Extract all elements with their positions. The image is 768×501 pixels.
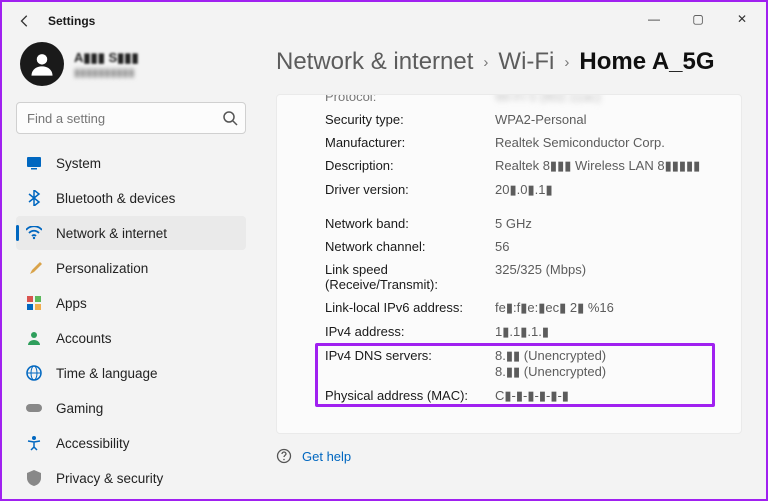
system-icon <box>26 155 42 171</box>
sidebar-item-label: System <box>56 156 101 171</box>
detail-value: 5 GHz <box>495 216 717 231</box>
sidebar-item-label: Accessibility <box>56 436 130 451</box>
breadcrumb-network[interactable]: Network & internet <box>276 48 473 76</box>
detail-value: 20▮.0▮.1▮ <box>495 182 717 198</box>
detail-row: Protocol: Wi-Fi 5 (802.11ac) <box>325 94 717 108</box>
chevron-right-icon: › <box>483 54 488 71</box>
sidebar-item-bluetooth[interactable]: Bluetooth & devices <box>16 181 246 215</box>
detail-row: Physical address (MAC): C▮-▮-▮-▮-▮-▮ <box>325 384 717 408</box>
detail-label: Description: <box>325 158 495 174</box>
detail-row: Link speed (Receive/Transmit): 325/325 (… <box>325 258 717 296</box>
help-icon <box>276 448 292 464</box>
breadcrumb: Network & internet › Wi-Fi › Home A_5G <box>276 48 742 76</box>
nav-list: System Bluetooth & devices Network & int… <box>16 146 246 495</box>
detail-value: WPA2-Personal <box>495 112 717 127</box>
detail-label: Security type: <box>325 112 495 127</box>
detail-value: fe▮:f▮e:▮ec▮ 2▮ %16 <box>495 300 717 316</box>
user-email: ▮▮▮▮▮▮▮▮▮▮ <box>74 66 242 79</box>
detail-row: Manufacturer: Realtek Semiconductor Corp… <box>325 131 717 154</box>
sidebar-item-network[interactable]: Network & internet <box>16 216 246 250</box>
sidebar-item-label: Network & internet <box>56 226 167 241</box>
sidebar-item-label: Accounts <box>56 331 112 346</box>
user-name: A▮▮▮ S▮▮▮ <box>74 50 242 66</box>
help-label: Get help <box>302 449 351 464</box>
detail-label: Protocol: <box>325 94 495 104</box>
detail-row-ipv4dns: IPv4 DNS servers: 8.▮▮ (Unencrypted) 8.▮… <box>325 344 717 384</box>
dns-line: 8.▮▮ (Unencrypted) <box>495 364 717 380</box>
sidebar-item-accounts[interactable]: Accounts <box>16 321 246 355</box>
detail-value: 56 <box>495 239 717 254</box>
wifi-icon <box>26 225 42 241</box>
detail-value: Realtek 8▮▮▮ Wireless LAN 8▮▮▮▮▮ <box>495 158 717 174</box>
detail-label: Physical address (MAC): <box>325 388 495 404</box>
sidebar-item-label: Bluetooth & devices <box>56 191 175 206</box>
detail-row: Driver version: 20▮.0▮.1▮ <box>325 178 717 202</box>
help-row[interactable]: Get help <box>276 434 742 464</box>
detail-label: Network channel: <box>325 239 495 254</box>
sidebar-item-label: Privacy & security <box>56 471 163 486</box>
window-title: Settings <box>48 14 95 28</box>
detail-value: 325/325 (Mbps) <box>495 262 717 292</box>
detail-value: Realtek Semiconductor Corp. <box>495 135 717 150</box>
detail-label: Driver version: <box>325 182 495 198</box>
apps-icon <box>26 295 42 311</box>
person-icon <box>26 330 42 346</box>
bluetooth-icon <box>26 190 42 206</box>
sidebar-item-label: Personalization <box>56 261 148 276</box>
detail-label: Link speed (Receive/Transmit): <box>325 262 495 292</box>
breadcrumb-current: Home A_5G <box>579 48 714 76</box>
detail-label: IPv4 address: <box>325 324 495 340</box>
sidebar-item-apps[interactable]: Apps <box>16 286 246 320</box>
search-input[interactable] <box>16 102 246 134</box>
main-content: Network & internet › Wi-Fi › Home A_5G P… <box>254 36 766 495</box>
chevron-right-icon: › <box>564 54 569 71</box>
detail-value: C▮-▮-▮-▮-▮-▮ <box>495 388 717 404</box>
avatar <box>20 42 64 86</box>
sidebar-item-label: Time & language <box>56 366 158 381</box>
accessibility-icon <box>26 435 42 451</box>
detail-label: Manufacturer: <box>325 135 495 150</box>
sidebar-item-time[interactable]: Time & language <box>16 356 246 390</box>
detail-row: Network channel: 56 <box>325 235 717 258</box>
sidebar-item-label: Gaming <box>56 401 103 416</box>
detail-row: Description: Realtek 8▮▮▮ Wireless LAN 8… <box>325 154 717 178</box>
detail-label: Network band: <box>325 216 495 231</box>
search-icon <box>222 110 238 126</box>
sidebar-item-privacy[interactable]: Privacy & security <box>16 461 246 495</box>
close-button[interactable]: ✕ <box>720 4 764 34</box>
dns-line: 8.▮▮ (Unencrypted) <box>495 348 717 364</box>
detail-value: 1▮.1▮.1.▮ <box>495 324 717 340</box>
brush-icon <box>26 260 42 276</box>
breadcrumb-wifi[interactable]: Wi-Fi <box>498 48 554 76</box>
detail-row-ipv4: IPv4 address: 1▮.1▮.1.▮ <box>325 320 717 344</box>
user-block[interactable]: A▮▮▮ S▮▮▮ ▮▮▮▮▮▮▮▮▮▮ <box>16 36 246 96</box>
sidebar-item-label: Apps <box>56 296 87 311</box>
maximize-button[interactable]: ▢ <box>676 4 720 34</box>
gamepad-icon <box>26 400 42 416</box>
search-wrap <box>16 102 246 134</box>
globe-icon <box>26 365 42 381</box>
detail-label: IPv4 DNS servers: <box>325 348 495 380</box>
back-button[interactable] <box>16 12 34 30</box>
window-controls: — ▢ ✕ <box>632 4 764 34</box>
detail-value: Wi-Fi 5 (802.11ac) <box>495 94 717 104</box>
network-details-card: Protocol: Wi-Fi 5 (802.11ac) Security ty… <box>276 94 742 434</box>
sidebar: A▮▮▮ S▮▮▮ ▮▮▮▮▮▮▮▮▮▮ System Bluetooth & … <box>2 36 254 495</box>
detail-label: Link-local IPv6 address: <box>325 300 495 316</box>
detail-row: Link-local IPv6 address: fe▮:f▮e:▮ec▮ 2▮… <box>325 296 717 320</box>
detail-value: 8.▮▮ (Unencrypted) 8.▮▮ (Unencrypted) <box>495 348 717 380</box>
sidebar-item-personalization[interactable]: Personalization <box>16 251 246 285</box>
detail-row: Network band: 5 GHz <box>325 212 717 235</box>
sidebar-item-gaming[interactable]: Gaming <box>16 391 246 425</box>
shield-icon <box>26 470 42 486</box>
detail-row: Security type: WPA2-Personal <box>325 108 717 131</box>
sidebar-item-system[interactable]: System <box>16 146 246 180</box>
minimize-button[interactable]: — <box>632 4 676 34</box>
sidebar-item-accessibility[interactable]: Accessibility <box>16 426 246 460</box>
